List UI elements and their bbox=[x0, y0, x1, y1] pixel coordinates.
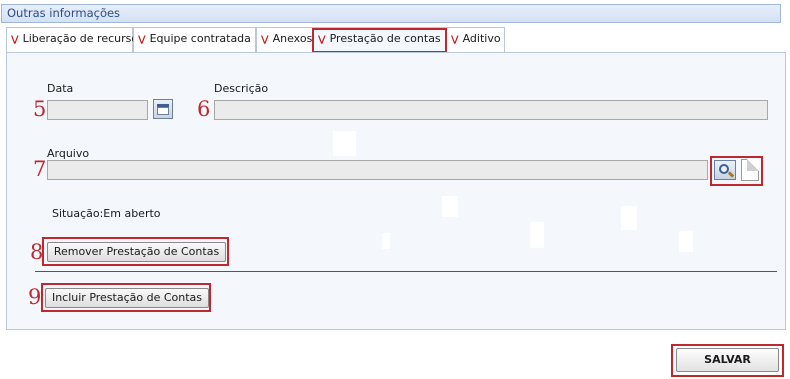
descricao-label: Descrição bbox=[214, 82, 269, 95]
annotation-number: 6 bbox=[197, 97, 211, 121]
white-patch bbox=[530, 222, 544, 248]
tab-label: Liberação de recurso bbox=[22, 32, 139, 45]
double-chevron-down-icon: ⋁ bbox=[261, 35, 269, 45]
section-header: Outras informações bbox=[1, 4, 781, 23]
remover-button-highlight bbox=[42, 237, 229, 266]
data-label: Data bbox=[47, 82, 74, 95]
tab-equipe-contratada[interactable]: ⋁ Equipe contratada bbox=[133, 27, 256, 52]
tab-aditivo[interactable]: ⋁ Aditivo bbox=[446, 27, 505, 52]
incluir-button-highlight bbox=[41, 283, 211, 312]
arquivo-input[interactable] bbox=[47, 160, 708, 180]
arquivo-label: Arquivo bbox=[47, 147, 90, 160]
white-patch bbox=[679, 231, 693, 252]
tab-label: Anexos bbox=[272, 32, 313, 45]
tab-liberacao-de-recurso[interactable]: ⋁ Liberação de recurso bbox=[6, 27, 138, 52]
white-patch bbox=[382, 233, 390, 249]
annotation-number: 7 bbox=[33, 157, 47, 181]
tab-label: Equipe contratada bbox=[149, 32, 251, 45]
descricao-input[interactable] bbox=[214, 100, 768, 120]
white-patch bbox=[442, 196, 458, 217]
double-chevron-down-icon: ⋁ bbox=[451, 35, 459, 45]
double-chevron-down-icon: ⋁ bbox=[11, 35, 19, 45]
white-patch bbox=[333, 131, 356, 156]
active-tab-highlight bbox=[312, 28, 447, 53]
annotation-number: 9 bbox=[28, 285, 42, 309]
data-input[interactable] bbox=[47, 100, 148, 120]
save-button-highlight bbox=[671, 344, 784, 377]
white-patch bbox=[621, 206, 637, 230]
calendar-icon[interactable] bbox=[153, 99, 173, 119]
annotation-number: 5 bbox=[33, 97, 47, 121]
tab-label: Aditivo bbox=[462, 32, 501, 45]
file-actions-highlight bbox=[710, 156, 763, 186]
divider bbox=[35, 271, 777, 272]
double-chevron-down-icon: ⋁ bbox=[138, 35, 146, 45]
situacao-text: Situação:Em aberto bbox=[52, 207, 161, 220]
tab-anexos[interactable]: ⋁ Anexos bbox=[256, 27, 313, 52]
